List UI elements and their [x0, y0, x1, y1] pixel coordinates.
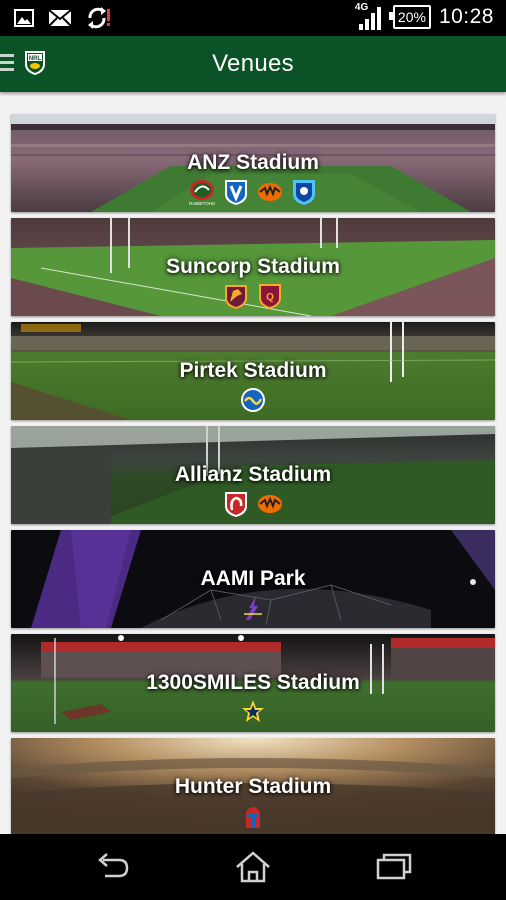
nsw-blues-logo [293, 180, 315, 205]
venue-list[interactable]: ANZ Stadium RABBITOHS Suncorp Stadium Q … [0, 92, 506, 834]
storm-logo [244, 596, 262, 620]
venue-name: ANZ Stadium [187, 151, 319, 174]
battery-indicator: 20% [388, 5, 431, 29]
team-logos [11, 490, 495, 518]
venue-name: Suncorp Stadium [166, 255, 340, 278]
team-logos [11, 802, 495, 830]
svg-text:Q: Q [266, 292, 274, 303]
wests-tigers-logo [258, 495, 282, 513]
eels-logo [241, 388, 265, 412]
mail-muted-icon [48, 9, 72, 27]
cowboys-logo [242, 700, 264, 722]
sync-alert-icon [88, 7, 110, 29]
team-logos [11, 698, 495, 726]
bulldogs-logo [225, 180, 247, 205]
knights-logo [246, 807, 260, 828]
queensland-maroons-logo: Q [259, 284, 281, 309]
recent-apps-icon[interactable] [374, 850, 414, 884]
team-logos: RABBITOHS [11, 178, 495, 206]
wests-tigers-logo [258, 183, 282, 201]
clock: 10:28 [438, 5, 494, 28]
venue-name: Hunter Stadium [174, 775, 332, 798]
venue-name: AAMI Park [200, 567, 306, 590]
team-logos [11, 386, 495, 414]
home-icon[interactable] [233, 850, 273, 884]
back-icon[interactable] [93, 850, 133, 884]
venue-card-hunter-stadium[interactable]: Hunter Stadium [11, 738, 495, 834]
app-bar: NRL Venues [0, 36, 506, 92]
venue-card-suncorp-stadium[interactable]: Suncorp Stadium Q [11, 218, 495, 316]
venue-card-aami-park[interactable]: AAMI Park [11, 530, 495, 628]
venue-name: Allianz Stadium [174, 463, 332, 486]
rabbitohs-logo: RABBITOHS [189, 180, 215, 206]
broncos-logo [225, 285, 247, 309]
status-bar: 4G 20% 10:28 [0, 0, 506, 36]
team-logos [11, 594, 495, 622]
team-logo-text: RABBITOHS [189, 201, 215, 206]
venue-card-1300smiles-stadium[interactable]: 1300SMILES Stadium [11, 634, 495, 732]
venue-name: Pirtek Stadium [179, 359, 327, 382]
team-logos: Q [11, 282, 495, 310]
venue-card-allianz-stadium[interactable]: Allianz Stadium [11, 426, 495, 524]
page-title: Venues [212, 50, 294, 77]
venue-name: 1300SMILES Stadium [146, 671, 360, 694]
signal-icon: 4G [355, 2, 385, 30]
venue-card-anz-stadium[interactable]: ANZ Stadium RABBITOHS [11, 114, 495, 212]
roosters-logo [225, 492, 247, 517]
navigation-bar [0, 834, 506, 900]
venue-card-pirtek-stadium[interactable]: Pirtek Stadium [11, 322, 495, 420]
image-icon [14, 9, 34, 27]
